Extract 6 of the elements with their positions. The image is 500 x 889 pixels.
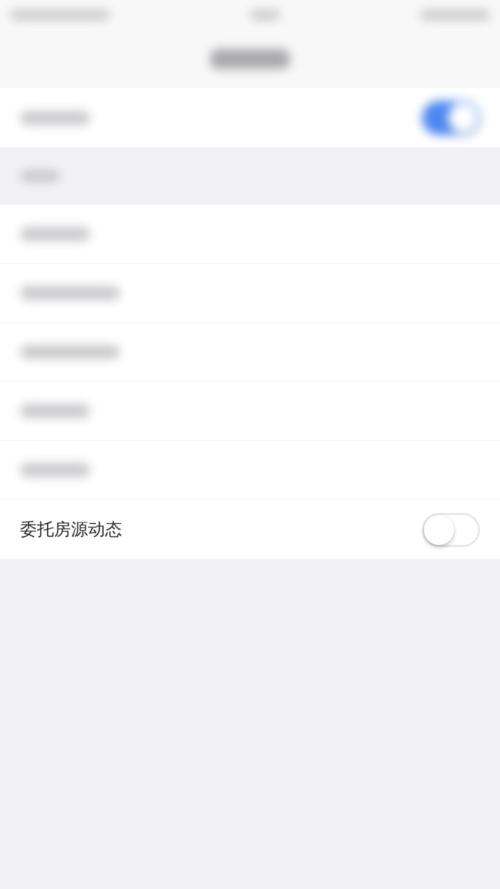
- setting-label: 委托房源动态: [20, 519, 122, 541]
- blurred-label: [20, 404, 90, 418]
- blurred-label: [20, 110, 90, 124]
- blurred-label: [20, 463, 90, 477]
- blurred-label: [20, 227, 90, 241]
- toggle-switch[interactable]: [422, 100, 480, 134]
